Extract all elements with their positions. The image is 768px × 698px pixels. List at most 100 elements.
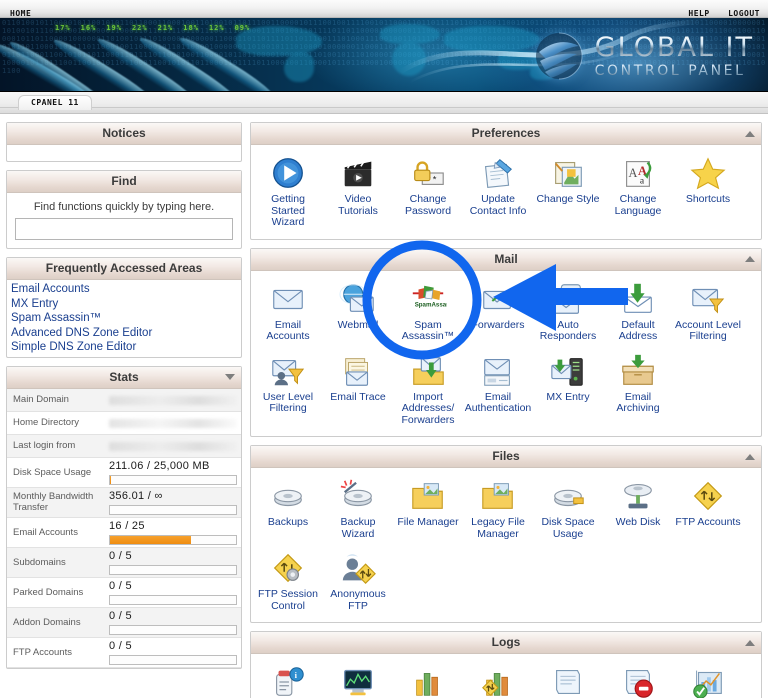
icon-item-email-accounts[interactable]: Email Accounts (253, 277, 323, 349)
icon-item-backup-wizard[interactable]: Backup Wizard (323, 474, 393, 546)
section-header-preferences[interactable]: Preferences (251, 123, 761, 145)
help-link[interactable]: HELP (688, 9, 709, 18)
icon-item-webalizer-ftp[interactable]: Webalizer FTP (463, 660, 533, 698)
icon-item-latest-visitors[interactable]: iLatest Visitors (253, 660, 323, 698)
icon-item-user-level-filtering[interactable]: User Level Filtering (253, 349, 323, 433)
stat-number: 211.06 / 25,000 MB (109, 459, 210, 472)
icon-item-video-tutorials[interactable]: Video Tutorials (323, 151, 393, 235)
disk-drive-icon (254, 476, 322, 516)
icon-item-legacy-file-manager[interactable]: Legacy File Manager (463, 474, 533, 546)
icon-item-raw-access-logs[interactable]: Raw Access Logs (533, 660, 603, 698)
panel-frequently-accessed-areas: Frequently Accessed Areas Email Accounts… (6, 257, 242, 358)
stats-rows: Main Domain Home Directory Last login from… (7, 388, 241, 668)
icon-item-account-level-filtering[interactable]: Account Level Filtering (673, 277, 743, 349)
tab-cpanel-11[interactable]: CPANEL 11 (18, 95, 92, 110)
stat-row: Home Directory (7, 411, 241, 435)
stat-value: 0 / 5 (105, 640, 237, 665)
stat-number: 0 / 5 (109, 579, 132, 592)
icon-item-backups[interactable]: Backups (253, 474, 323, 546)
section-header-files[interactable]: Files (251, 446, 761, 468)
icon-item-email-trace[interactable]: Email Trace (323, 349, 393, 433)
readout-2: 19% (106, 24, 122, 32)
user-funnel-envelope-icon (254, 351, 322, 391)
icon-item-webalizer[interactable]: Webalizer (393, 660, 463, 698)
icon-label: Account Level Filtering (675, 318, 741, 342)
icon-label: Change Password (404, 193, 452, 217)
readout-4: 21% (157, 24, 174, 32)
icon-label: Web Disk (615, 516, 661, 528)
icon-label: Email Authentication (464, 390, 532, 414)
stat-value: 0 / 5 (105, 610, 237, 635)
panel-logs: Logs iLatest VisitorsBandwidthWebalizerWe… (250, 631, 762, 698)
icon-item-ftp-accounts[interactable]: FTP Accounts (673, 474, 743, 546)
icon-item-anonymous-ftp[interactable]: Anonymous FTP (323, 546, 393, 618)
chevron-up-icon[interactable] (745, 256, 755, 262)
usage-bar (109, 474, 237, 485)
faa-link-email-accounts[interactable]: Email Accounts (11, 282, 239, 297)
language-letter-a-icon: AAa (604, 153, 672, 193)
log-programs-chart-icon (674, 662, 742, 698)
icon-item-choose-log-programs[interactable]: Choose Log Programs (673, 660, 743, 698)
bar-chart-icon (394, 662, 462, 698)
readout-1: 16% (80, 24, 97, 32)
list-item: Simple DNS Zone Editor (11, 340, 239, 355)
icon-item-spam-assassin[interactable]: SpamAssassin Spam Assassin™ (393, 277, 463, 349)
icon-grid: Email Accounts Webmail SpamAssassin Spam As… (251, 271, 761, 437)
documents-envelope-icon (324, 351, 392, 391)
panel-find: Find Find functions quickly by typing he… (6, 170, 242, 249)
stat-row: FTP Accounts 0 / 5 (7, 637, 241, 668)
icon-item-ftp-session-control[interactable]: FTP Session Control (253, 546, 323, 618)
icon-label: User Level Filtering (262, 390, 314, 414)
chevron-down-icon[interactable] (225, 374, 235, 380)
section-header-logs[interactable]: Logs (251, 632, 761, 654)
icon-item-file-manager[interactable]: File Manager (393, 474, 463, 546)
stat-number: 356.01 / ∞ (109, 489, 163, 502)
icon-item-email-authentication[interactable]: Email Authentication (463, 349, 533, 433)
stat-label: Monthly Bandwidth Transfer (13, 491, 94, 513)
home-link[interactable]: HOME (10, 9, 31, 18)
chevron-up-icon[interactable] (745, 453, 755, 460)
usage-bar-fill (110, 475, 112, 484)
faa-link-advanced-dns-zone-editor[interactable]: Advanced DNS Zone Editor (11, 326, 239, 341)
envelope-forward-icon (464, 279, 532, 319)
icon-item-email-archiving[interactable]: Email Archiving (603, 349, 673, 433)
icon-item-error-log[interactable]: Error Log (603, 660, 673, 698)
icon-item-auto-responders[interactable]: Auto Responders (533, 277, 603, 349)
main-content: Preferences Getting Started Wizard Video T… (242, 122, 762, 698)
icon-item-import-addresses-forwarders[interactable]: Import Addresses/ Forwarders (393, 349, 463, 433)
stats-header[interactable]: Stats (7, 366, 241, 389)
icon-label: Legacy File Manager (471, 516, 525, 540)
usage-bar (109, 624, 237, 635)
faa-link-simple-dns-zone-editor[interactable]: Simple DNS Zone Editor (11, 340, 239, 355)
icon-item-mx-entry[interactable]: MX Entry (533, 349, 603, 433)
search-input[interactable] (15, 218, 233, 240)
globe-logo-icon (535, 32, 583, 80)
folder-image-icon (464, 476, 532, 516)
icon-item-change-style[interactable]: Change Style (533, 151, 603, 235)
stat-row: Last login from (7, 434, 241, 458)
redacted-value (109, 419, 237, 428)
chevron-up-icon[interactable] (745, 130, 755, 137)
bandwidth-graph-icon (324, 662, 392, 698)
faa-link-mx-entry[interactable]: MX Entry (11, 297, 239, 312)
envelope-icon (254, 279, 322, 319)
icon-item-disk-space-usage[interactable]: Disk Space Usage (533, 474, 603, 546)
icon-item-forwarders[interactable]: Forwarders (463, 277, 533, 349)
icon-item-update-contact-info[interactable]: Update Contact Info (463, 151, 533, 235)
icon-grid: iLatest VisitorsBandwidthWebalizerWebali… (251, 654, 761, 698)
icon-item-webmail[interactable]: Webmail (323, 277, 393, 349)
faa-link-spam-assassin[interactable]: Spam Assassin™ (11, 311, 239, 326)
icon-item-change-password[interactable]: ** Change Password (393, 151, 463, 235)
readout-0: 17% (55, 24, 71, 32)
icon-item-web-disk[interactable]: Web Disk (603, 474, 673, 546)
icon-item-change-language[interactable]: A Aa Change Language (603, 151, 673, 235)
chevron-up-icon[interactable] (745, 639, 755, 646)
padlock-password-icon: ** (394, 153, 462, 193)
stat-value: 356.01 / ∞ (105, 490, 237, 515)
logout-link[interactable]: LOGOUT (728, 9, 760, 18)
section-header-mail[interactable]: Mail (251, 248, 761, 271)
icon-item-bandwidth[interactable]: Bandwidth (323, 660, 393, 698)
icon-item-shortcuts[interactable]: Shortcuts (673, 151, 743, 235)
icon-item-default-address[interactable]: Default Address (603, 277, 673, 349)
icon-item-getting-started-wizard[interactable]: Getting Started Wizard (253, 151, 323, 235)
